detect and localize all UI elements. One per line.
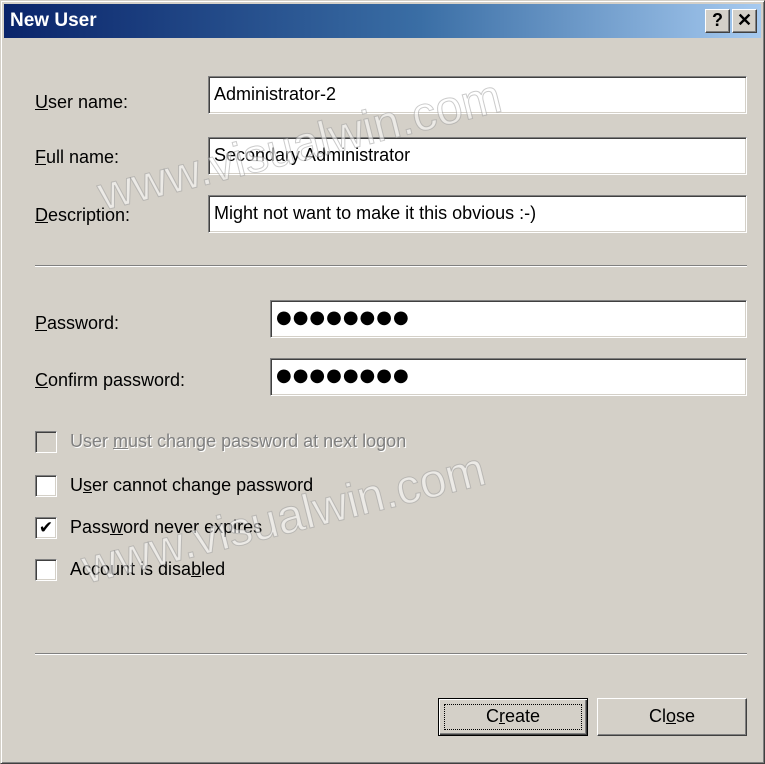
option-account-disabled[interactable]: Account is disabled [35, 559, 555, 583]
focus-ring [444, 704, 582, 730]
confirm-password-label: Confirm password: [35, 370, 186, 390]
option-must-change-password: User must change password at next logon [35, 431, 555, 455]
close-window-button[interactable]: ✕ [732, 9, 757, 33]
username-input[interactable]: Administrator-2 [208, 76, 747, 114]
checkbox-password-never-expires[interactable]: ✔ [35, 517, 57, 539]
option-cannot-change-password[interactable]: User cannot change password [35, 475, 555, 499]
option-password-never-expires[interactable]: ✔ Password never expires [35, 517, 555, 541]
separator-bottom [35, 653, 747, 655]
checkbox-account-disabled[interactable] [35, 559, 57, 581]
fullname-label: Full name: [35, 147, 120, 167]
option-label: Account is disabled [70, 559, 226, 579]
checkbox-cannot-change-password[interactable] [35, 475, 57, 497]
description-input[interactable]: Might not want to make it this obvious :… [208, 195, 747, 233]
option-label: User must change password at next logon [70, 431, 407, 451]
separator-top [35, 265, 747, 267]
option-label: Password never expires [70, 517, 263, 537]
title-bar[interactable]: New User ? ✕ [4, 4, 761, 38]
fullname-input[interactable]: Secondary Administrator [208, 137, 747, 175]
check-icon: ✔ [38, 518, 54, 538]
close-icon: ✕ [736, 10, 753, 30]
password-input[interactable]: ●●●●●●●● [270, 300, 747, 338]
username-label: User name: [35, 92, 129, 112]
description-label: Description: [35, 205, 131, 225]
help-button[interactable]: ? [705, 9, 730, 33]
checkbox-must-change-password [35, 431, 57, 453]
create-button[interactable]: Create [438, 698, 588, 736]
password-label: Password: [35, 313, 120, 333]
close-button[interactable]: Close [597, 698, 747, 736]
option-label: User cannot change password [70, 475, 314, 495]
new-user-dialog: New User ? ✕ User name: Administrator-2 … [0, 0, 765, 764]
window-title: New User [10, 10, 97, 31]
confirm-password-input[interactable]: ●●●●●●●● [270, 358, 747, 396]
